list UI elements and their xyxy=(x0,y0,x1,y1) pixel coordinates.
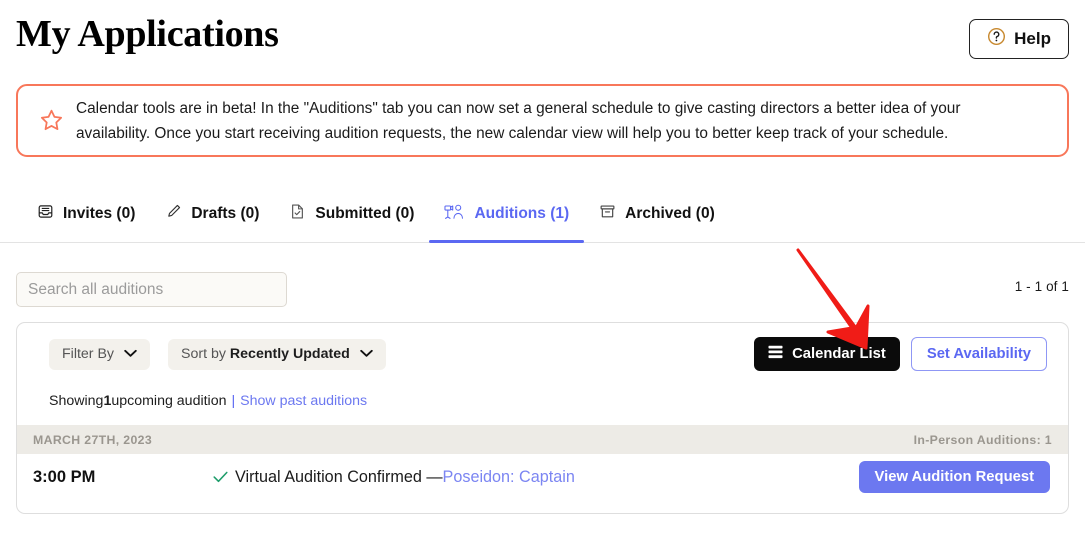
tab-archived[interactable]: Archived (0) xyxy=(584,196,730,243)
view-audition-request-label: View Audition Request xyxy=(874,469,1035,485)
beta-notice-banner: Calendar tools are in beta! In the "Audi… xyxy=(16,84,1069,157)
sort-by-text: Sort by Recently Updated xyxy=(181,346,350,362)
audition-role-link[interactable]: Poseidon: Captain xyxy=(443,468,575,487)
audition-row[interactable]: 3:00 PM Virtual Audition Confirmed — Pos… xyxy=(17,454,1068,500)
help-label: Help xyxy=(1014,29,1051,48)
tab-drafts[interactable]: Drafts (0) xyxy=(150,196,274,243)
auditions-card: Filter By Sort by Recently Updated Calen… xyxy=(16,322,1069,514)
checkmark-icon xyxy=(213,469,228,486)
date-group-header: MARCH 27TH, 2023 In-Person Auditions: 1 xyxy=(17,425,1068,454)
tab-drafts-label: Drafts (0) xyxy=(191,204,260,222)
chevron-down-icon xyxy=(360,346,373,362)
banner-line-1: Calendar tools are in beta! In the "Audi… xyxy=(76,99,961,117)
tab-auditions-label: Auditions (1) xyxy=(474,204,570,222)
pagination-range: 1 - 1 of 1 xyxy=(1014,279,1069,294)
card-toolbar: Filter By Sort by Recently Updated Calen… xyxy=(17,323,1068,385)
tab-submitted[interactable]: Submitted (0) xyxy=(274,196,429,243)
tab-invites[interactable]: Invites (0) xyxy=(22,196,150,243)
pencil-icon xyxy=(165,203,182,225)
date-group-label: MARCH 27TH, 2023 xyxy=(33,432,153,447)
tab-submitted-label: Submitted (0) xyxy=(315,204,415,222)
chevron-down-icon xyxy=(124,346,137,362)
date-group-summary: In-Person Auditions: 1 xyxy=(913,432,1052,447)
tab-auditions[interactable]: Auditions (1) xyxy=(429,196,584,243)
calendar-list-button[interactable]: Calendar List xyxy=(754,337,900,371)
page-title: My Applications xyxy=(16,13,279,55)
banner-text: Calendar tools are in beta! In the "Audi… xyxy=(68,96,964,146)
set-availability-button[interactable]: Set Availability xyxy=(910,337,1047,371)
view-audition-request-button[interactable]: View Audition Request xyxy=(858,461,1050,493)
archive-box-icon xyxy=(599,203,616,225)
inbox-icon xyxy=(37,203,54,225)
showing-summary: Showing 1 upcoming audition | Show past a… xyxy=(17,385,1068,417)
audition-time: 3:00 PM xyxy=(33,467,96,486)
document-check-icon xyxy=(289,203,306,225)
filter-by-dropdown[interactable]: Filter By xyxy=(49,338,151,370)
showing-prefix: Showing xyxy=(49,393,104,409)
calendar-list-label: Calendar List xyxy=(792,346,886,362)
show-past-auditions-link[interactable]: Show past auditions xyxy=(240,393,367,409)
showing-suffix: upcoming audition xyxy=(111,393,227,409)
banner-line-2: availability. Once you start receiving a… xyxy=(76,124,949,142)
my-applications-page: My Applications Help Calendar tools are … xyxy=(0,0,1085,540)
tab-archived-label: Archived (0) xyxy=(625,204,715,222)
sort-by-dropdown[interactable]: Sort by Recently Updated xyxy=(168,338,386,370)
applications-tabs: Invites (0) Drafts (0) Submitted (0) Aud… xyxy=(0,195,1085,243)
showing-separator: | xyxy=(231,393,236,409)
list-lines-icon xyxy=(768,345,783,363)
filter-by-label: Filter By xyxy=(62,346,115,362)
help-button[interactable]: Help xyxy=(969,19,1069,59)
sort-by-value: Recently Updated xyxy=(229,346,350,362)
sort-by-prefix: Sort by xyxy=(181,346,230,362)
star-outline-icon xyxy=(34,108,68,133)
set-availability-label: Set Availability xyxy=(926,346,1031,362)
tab-invites-label: Invites (0) xyxy=(63,204,136,222)
search-input[interactable] xyxy=(16,272,287,307)
question-circle-icon xyxy=(987,27,1006,51)
audition-status: Virtual Audition Confirmed — xyxy=(235,467,443,486)
showing-count: 1 xyxy=(103,393,112,409)
page-header: My Applications Help xyxy=(0,0,1085,76)
camera-person-icon xyxy=(444,203,465,225)
